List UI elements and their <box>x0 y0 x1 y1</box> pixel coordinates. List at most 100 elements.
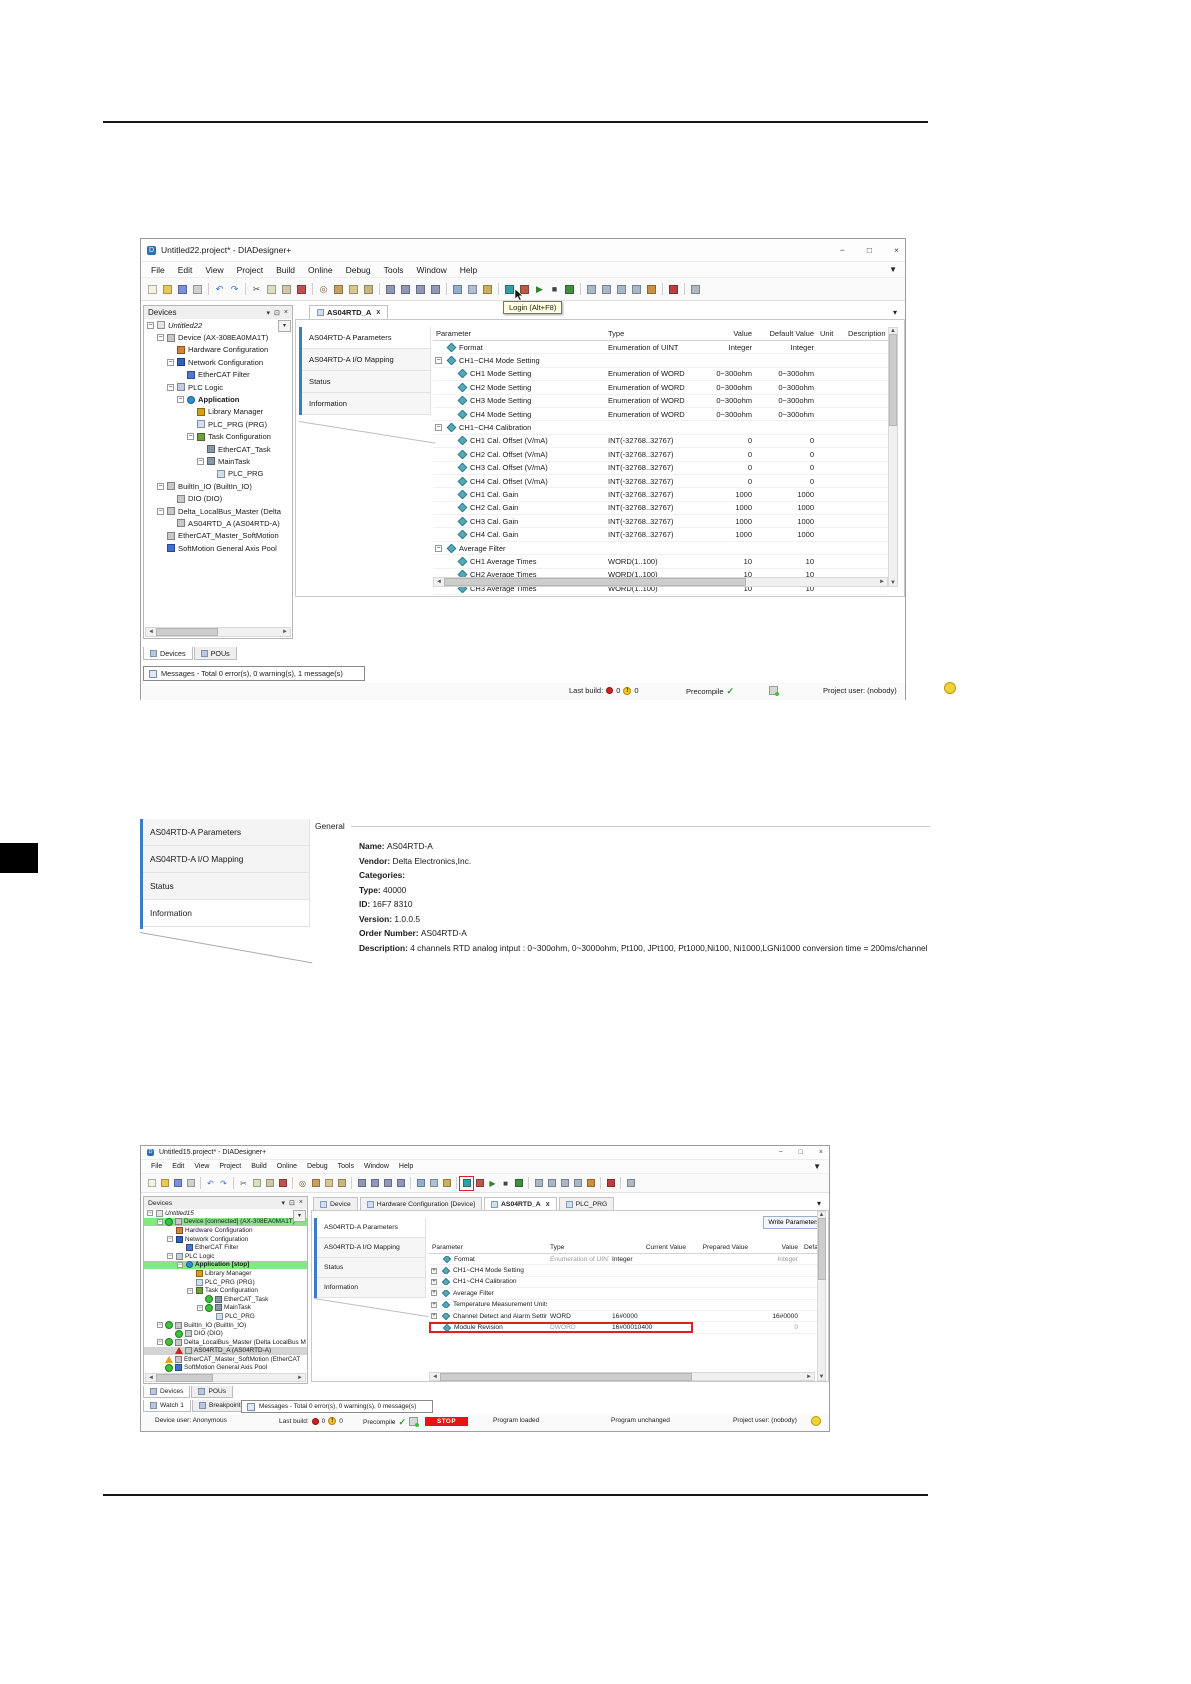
print-icon[interactable] <box>191 283 204 296</box>
tab-hardware-configuration-device[interactable]: Hardware Configuration [Device] <box>360 1197 482 1210</box>
side-tab-as04rtd-a-i-o-mapping[interactable]: AS04RTD-A I/O Mapping <box>140 846 310 873</box>
panel-pin-icon[interactable]: ⊡ <box>274 309 280 317</box>
side-tab-status[interactable]: Status <box>314 1258 426 1278</box>
param-row-ch1-mode-setting[interactable]: CH1 Mode SettingEnumeration of WORD0~300… <box>433 368 888 381</box>
tree-expander-icon[interactable]: − <box>197 1305 203 1311</box>
force-icon[interactable] <box>513 1178 524 1189</box>
tree-item-ethercat-filter[interactable]: EtherCAT Filter <box>144 1243 307 1252</box>
tree-dropdown-icon[interactable]: ▾ <box>293 1210 306 1222</box>
bookmark-prev-icon[interactable] <box>414 283 427 296</box>
undo-icon[interactable]: ↶ <box>205 1178 216 1189</box>
tree-expander-icon[interactable]: − <box>197 458 204 465</box>
param-row-ch3-cal-offset-v-ma[interactable]: CH3 Cal. Offset (V/mA)INT(-32768..32767)… <box>433 462 888 475</box>
tree-expander-icon[interactable]: − <box>177 1262 183 1268</box>
column-header-value[interactable]: Value <box>699 329 755 338</box>
param-row-format[interactable]: FormatEnumeration of UINTIntegerInteger <box>429 1254 823 1265</box>
step-over-icon[interactable] <box>533 1178 544 1189</box>
tab-device[interactable]: Device <box>313 1197 358 1210</box>
menu-tools[interactable]: Tools <box>338 1163 354 1170</box>
minimize-button[interactable]: − <box>779 1149 783 1156</box>
login-icon[interactable] <box>461 1178 472 1189</box>
search-replace-icon[interactable] <box>362 283 375 296</box>
delete-icon[interactable] <box>277 1178 288 1189</box>
column-header-unit[interactable]: Unit <box>817 329 845 338</box>
column-header-type[interactable]: Type <box>605 329 699 338</box>
param-row-ch2-cal-offset-v-ma[interactable]: CH2 Cal. Offset (V/mA)INT(-32768..32767)… <box>433 448 888 461</box>
tree-item-delta-localbus-master-delta[interactable]: −Delta_LocalBus_Master (Delta <box>144 505 292 517</box>
new-file-icon[interactable] <box>146 283 159 296</box>
row-expander-icon[interactable]: − <box>435 545 442 552</box>
bottom-tab-pous[interactable]: POUs <box>191 1386 233 1398</box>
title-bar[interactable]: D Untitled15.project* - DIADesigner+ − □… <box>141 1146 829 1160</box>
step-into-icon[interactable] <box>600 283 613 296</box>
column-header-value[interactable]: Value <box>751 1244 801 1251</box>
column-header-type[interactable]: Type <box>547 1244 609 1251</box>
param-row-ch3-cal-gain[interactable]: CH3 Cal. GainINT(-32768..32767)10001000 <box>433 515 888 528</box>
bottom-tab-devices[interactable]: Devices <box>143 1386 190 1398</box>
tree-expander-icon[interactable]: − <box>157 1322 163 1328</box>
table-vertical-scrollbar[interactable]: ▲▼ <box>888 327 898 587</box>
tree-item-library-manager[interactable]: Library Manager <box>144 406 292 418</box>
step-out-icon[interactable] <box>559 1178 570 1189</box>
search-replace-icon[interactable] <box>336 1178 347 1189</box>
copy-icon[interactable] <box>265 283 278 296</box>
content-horizontal-scrollbar[interactable]: ◄► <box>429 1372 815 1381</box>
bottom-tab-pous[interactable]: POUs <box>194 647 237 660</box>
bottom-tab-watch-1[interactable]: Watch 1 <box>143 1400 191 1412</box>
tree-item-task-configuration[interactable]: −Task Configuration <box>144 431 292 443</box>
column-header-parameter[interactable]: Parameter <box>429 1244 547 1251</box>
tree-item-device-connected-ax-308ea0ma1t[interactable]: −Device [connected] (AX-308EA0MA1T) <box>144 1218 307 1227</box>
row-expander-icon[interactable]: + <box>431 1313 437 1319</box>
maximize-button[interactable]: □ <box>799 1149 803 1156</box>
side-tab-information[interactable]: Information <box>299 393 431 415</box>
tree-item-library-manager[interactable]: Library Manager <box>144 1269 307 1278</box>
title-bar[interactable]: D Untitled22.project* - DIADesigner+ − □… <box>141 239 905 262</box>
param-row-ch1-ch4-mode-setting[interactable]: +CH1~CH4 Mode Setting <box>429 1265 823 1276</box>
run-icon[interactable]: ▶ <box>487 1178 498 1189</box>
step-over-icon[interactable] <box>585 283 598 296</box>
tab-list-dropdown-icon[interactable]: ▾ <box>893 308 897 317</box>
column-header-description[interactable]: Description <box>845 329 888 338</box>
tree-item-ethercat-master-softmotion-ethercat[interactable]: EtherCAT_Master_SoftMotion (EtherCAT <box>144 1355 307 1364</box>
maximize-button[interactable]: □ <box>867 245 872 255</box>
panel-dropdown-icon[interactable]: ▾ <box>267 309 271 317</box>
copy-icon[interactable] <box>251 1178 262 1189</box>
minimize-button[interactable]: − <box>840 245 845 255</box>
delete-icon[interactable] <box>295 283 308 296</box>
force-icon[interactable] <box>563 283 576 296</box>
table-horizontal-scrollbar[interactable]: ◄► <box>433 577 888 587</box>
stop-icon[interactable]: ■ <box>548 283 561 296</box>
misc-icon[interactable] <box>689 283 702 296</box>
panel-horizontal-scrollbar[interactable]: ◄► <box>145 1373 306 1382</box>
tab-as04rtd-a[interactable]: AS04RTD_A x <box>309 305 388 319</box>
param-row-ch1-average-times[interactable]: CH1 Average TimesWORD(1..100)1010 <box>433 555 888 568</box>
close-button[interactable]: × <box>894 245 899 255</box>
side-tab-as04rtd-a-i-o-mapping[interactable]: AS04RTD-A I/O Mapping <box>314 1238 426 1258</box>
misc-icon[interactable] <box>625 1178 636 1189</box>
generate-code-icon[interactable] <box>466 283 479 296</box>
panel-pin-icon[interactable]: ⊡ <box>289 1199 295 1207</box>
menu-view[interactable]: View <box>194 1163 209 1170</box>
tree-expander-icon[interactable]: − <box>177 396 184 403</box>
tree-item-as04rtd-a-as04rtd-a[interactable]: AS04RTD_A (AS04RTD-A) <box>144 517 292 529</box>
tree-item-untitled15[interactable]: −Untitled15 <box>144 1209 307 1218</box>
tree-item-as04rtd-a-as04rtd-a[interactable]: AS04RTD_A (AS04RTD-A) <box>144 1347 307 1356</box>
redo-icon[interactable]: ↷ <box>218 1178 229 1189</box>
tree-item-softmotion-general-axis-pool[interactable]: SoftMotion General Axis Pool <box>144 1364 307 1373</box>
param-row-ch2-mode-setting[interactable]: CH2 Mode SettingEnumeration of WORD0~300… <box>433 381 888 394</box>
param-row-ch1-cal-gain[interactable]: CH1 Cal. GainINT(-32768..32767)10001000 <box>433 488 888 501</box>
menu-file[interactable]: File <box>151 265 165 275</box>
content-vertical-scrollbar[interactable]: ▲▼ <box>817 1211 826 1381</box>
tree-item-softmotion-general-axis-pool[interactable]: SoftMotion General Axis Pool <box>144 542 292 554</box>
side-tab-as04rtd-a-parameters[interactable]: AS04RTD-A Parameters <box>140 819 310 846</box>
panel-close-icon[interactable]: × <box>284 309 288 317</box>
tree-expander-icon[interactable]: − <box>147 1210 153 1216</box>
side-tab-information[interactable]: Information <box>140 900 310 927</box>
tree-item-hardware-configuration[interactable]: Hardware Configuration <box>144 1226 307 1235</box>
bookmark-toggle-icon[interactable] <box>384 283 397 296</box>
side-tab-status[interactable]: Status <box>299 371 431 393</box>
save-icon[interactable] <box>172 1178 183 1189</box>
tree-expander-icon[interactable]: − <box>187 433 194 440</box>
bottom-tab-devices[interactable]: Devices <box>143 647 193 660</box>
column-header-prepared-value[interactable]: Prepared Value <box>689 1244 751 1251</box>
